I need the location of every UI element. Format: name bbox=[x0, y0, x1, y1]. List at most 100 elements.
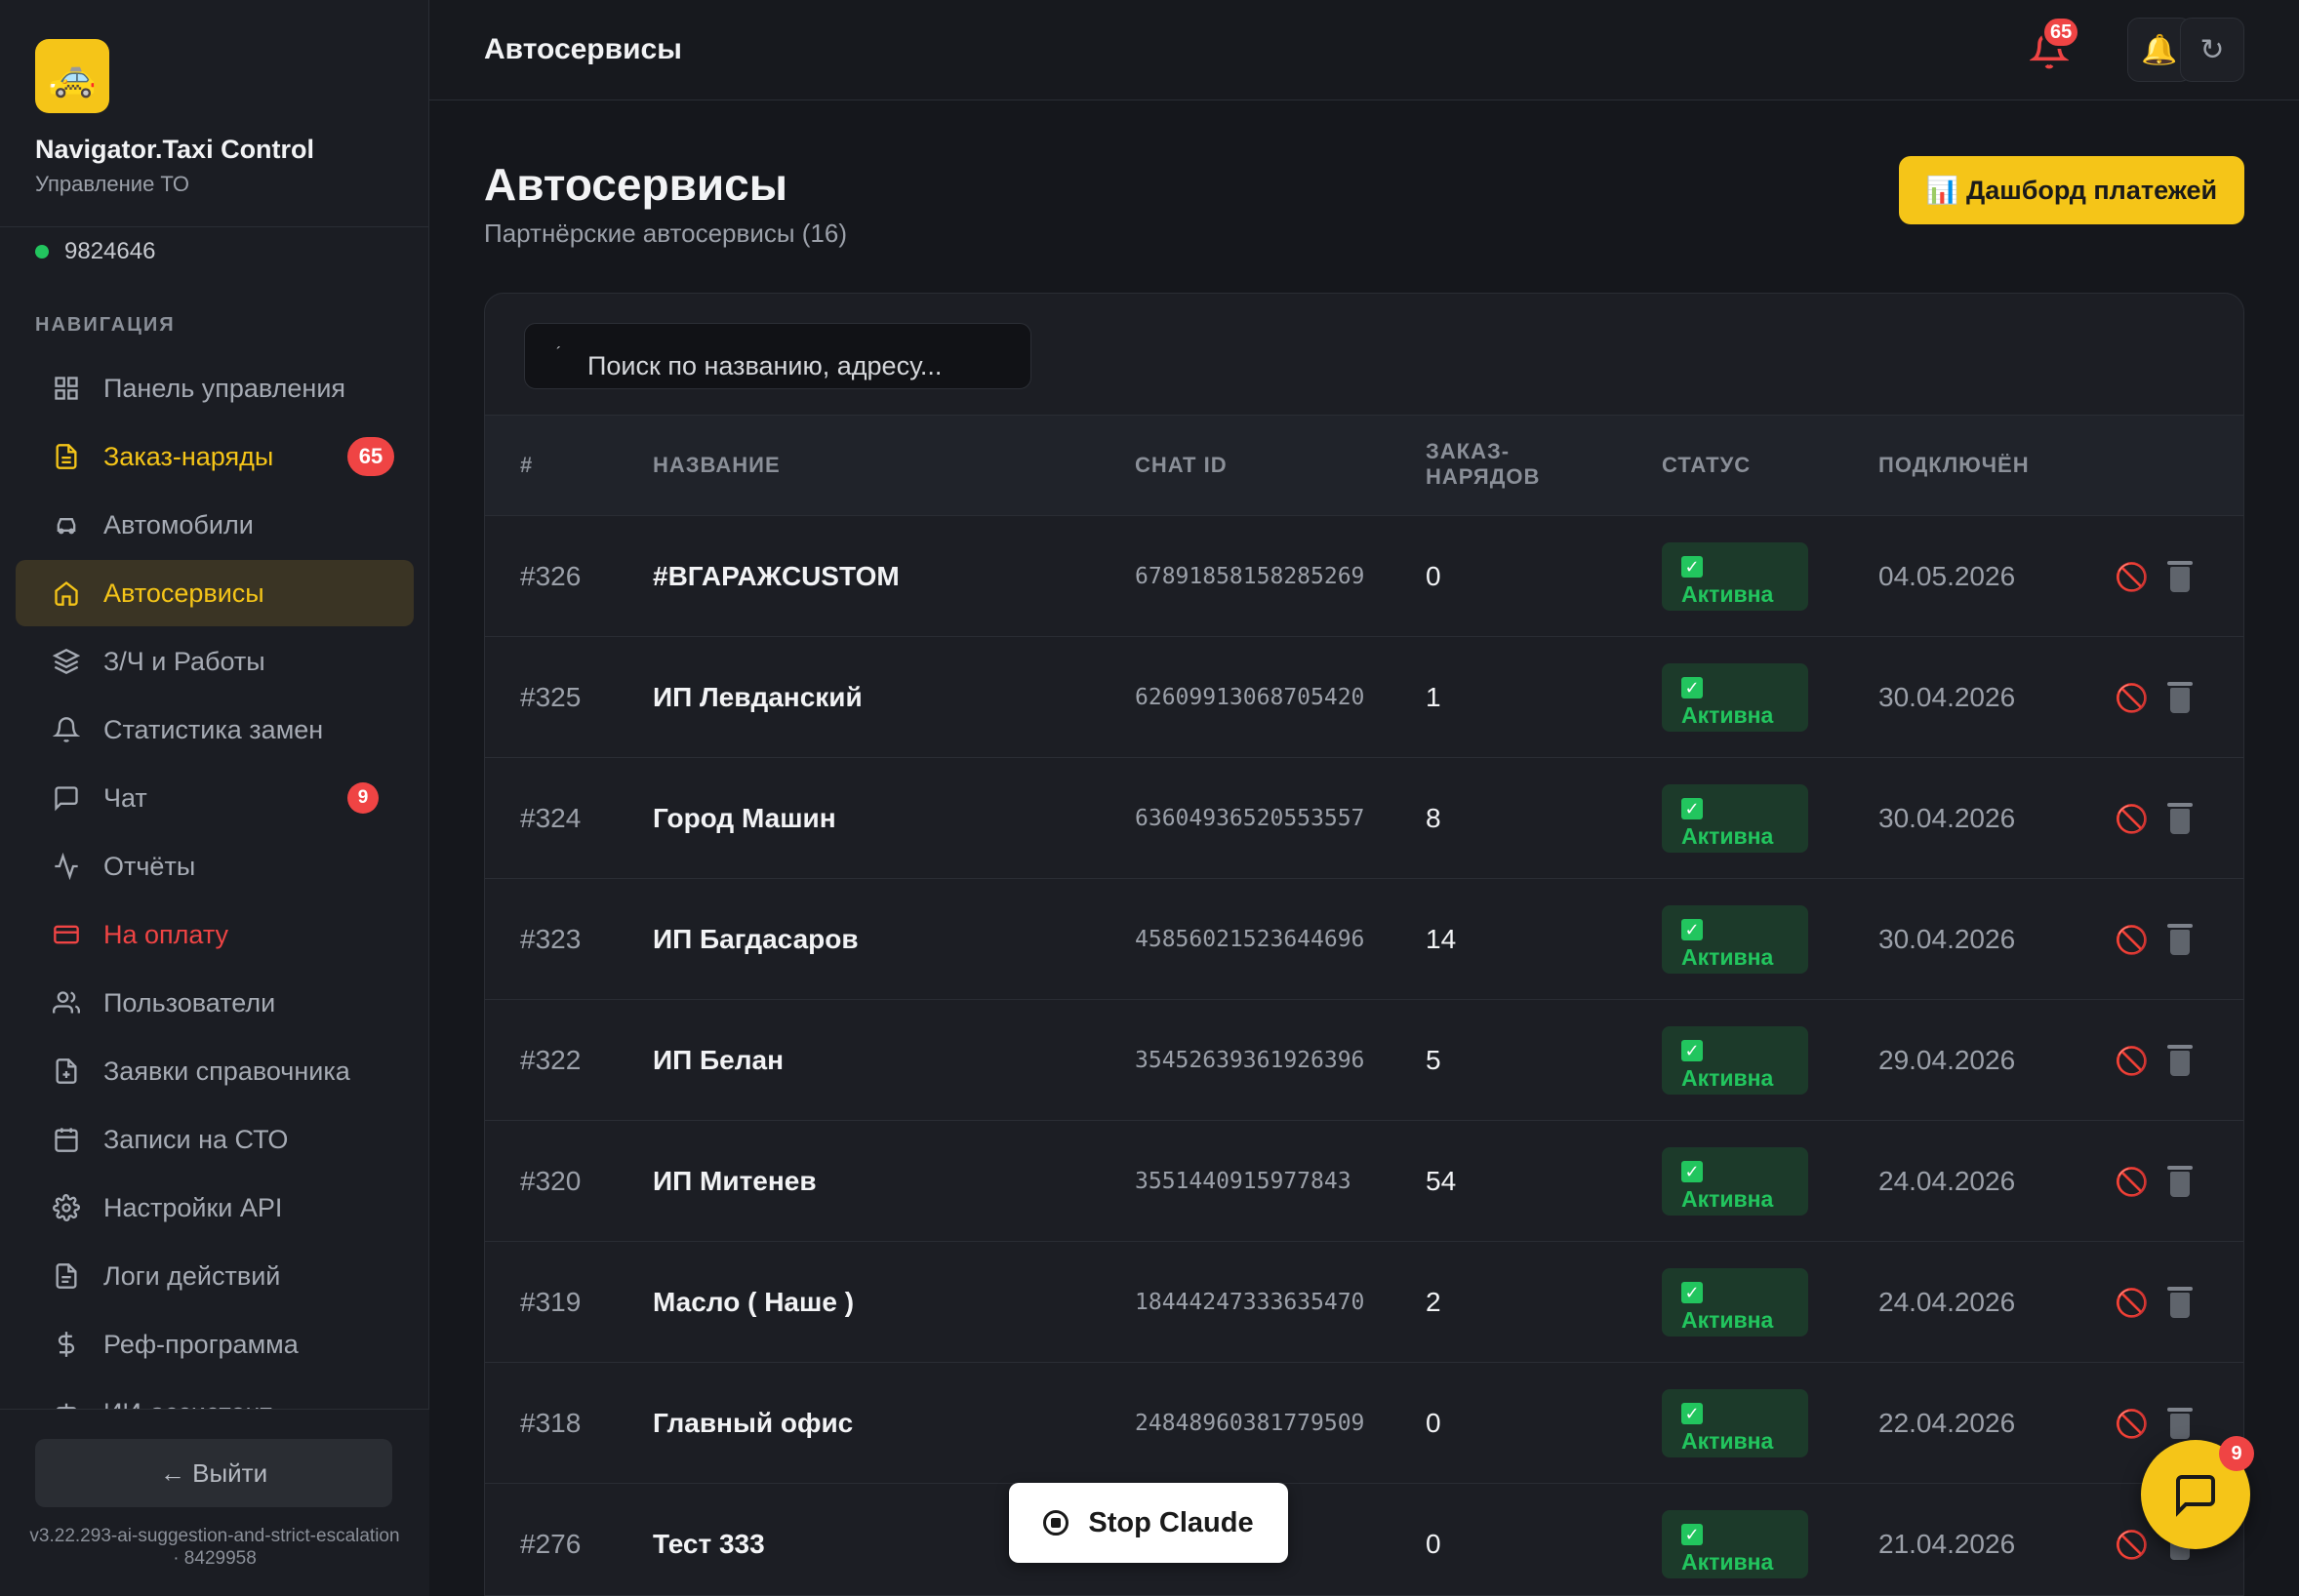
table-row[interactable]: #320 ИП Митенев 3551440915977843 54 ✓ Активна… bbox=[485, 1121, 2243, 1242]
sidebar-item-replacement-stats[interactable]: Статистика замен bbox=[16, 697, 414, 763]
sidebar-item-referral[interactable]: Реф-программа bbox=[16, 1311, 414, 1377]
service-name[interactable]: ИП Митенев bbox=[653, 1121, 817, 1242]
home-icon bbox=[51, 578, 82, 609]
connected-date: 24.04.2026 bbox=[1878, 1166, 2016, 1196]
status-badge: ✓ Активна bbox=[1662, 905, 1808, 974]
status-badge: ✓ Активна bbox=[1662, 1268, 1808, 1337]
sidebar-nav: Панель управления Заказ-наряды 65 Автомо… bbox=[16, 355, 414, 1448]
block-button[interactable]: 🚫 bbox=[2115, 758, 2149, 879]
table-row[interactable]: #324 Город Машин 63604936520553557 8 ✓ Активн… bbox=[485, 758, 2243, 879]
brand-logo[interactable]: 🚕 bbox=[35, 39, 109, 113]
car-icon bbox=[51, 509, 82, 540]
taxi-logo-icon: 🚕 bbox=[35, 39, 109, 113]
sidebar-item-parts[interactable]: З/Ч и Работы bbox=[16, 628, 414, 695]
delete-button[interactable] bbox=[2167, 1000, 2193, 1121]
credit-card-icon bbox=[51, 919, 82, 950]
sidebar-item-appointments[interactable]: Записи на СТО bbox=[16, 1106, 414, 1173]
table-row[interactable]: #325 ИП Левданский 62609913068705420 1 ✓ Акти… bbox=[485, 637, 2243, 758]
block-icon: 🚫 bbox=[2115, 803, 2149, 834]
sidebar-item-cars[interactable]: Автомобили bbox=[16, 492, 414, 558]
block-button[interactable]: 🚫 bbox=[2115, 1121, 2149, 1242]
sidebar-item-chat[interactable]: Чат 9 bbox=[16, 765, 414, 831]
service-name[interactable]: ИП Багдасаров bbox=[653, 879, 859, 1000]
service-name[interactable]: ИП Левданский bbox=[653, 637, 863, 758]
chat-id: 67891858158285269 bbox=[1135, 564, 1365, 589]
service-name[interactable]: Главный офис bbox=[653, 1363, 853, 1484]
table-row[interactable]: #319 Масло ( Наше ) 18444247333635470 2 ✓ Акт… bbox=[485, 1242, 2243, 1363]
status-cell: ✓ Активна bbox=[1662, 879, 1808, 1000]
connected-date: 24.04.2026 bbox=[1878, 1287, 2016, 1317]
delete-button[interactable] bbox=[2167, 1242, 2193, 1363]
status-cell: ✓ Активна bbox=[1662, 637, 1808, 758]
service-name[interactable]: Город Машин bbox=[653, 758, 836, 879]
col-num: # bbox=[520, 453, 534, 477]
delete-button[interactable] bbox=[2167, 879, 2193, 1000]
topbar-title: Автосервисы bbox=[484, 33, 682, 65]
sidebar-item-work-orders[interactable]: Заказ-наряды 65 bbox=[16, 423, 414, 490]
sidebar-item-dashboard[interactable]: Панель управления bbox=[16, 355, 414, 421]
connected-date: 04.05.2026 bbox=[1878, 561, 2016, 591]
col-orders-line2: НАРЯДОВ bbox=[1426, 464, 1541, 489]
chat-id: 18444247333635470 bbox=[1135, 1290, 1365, 1315]
status-badge: ✓ Активна bbox=[1662, 784, 1808, 853]
sidebar-item-action-logs[interactable]: Логи действий bbox=[16, 1243, 414, 1309]
sidebar-item-api-settings[interactable]: Настройки API bbox=[16, 1175, 414, 1241]
col-name: НАЗВАНИЕ bbox=[653, 453, 781, 477]
row-number: #319 bbox=[520, 1287, 582, 1317]
search-input[interactable] bbox=[525, 324, 1030, 388]
table-row[interactable]: #323 ИП Багдасаров 45856021523644696 14 ✓ Акт… bbox=[485, 879, 2243, 1000]
sidebar-item-services[interactable]: Автосервисы bbox=[16, 560, 414, 626]
block-button[interactable]: 🚫 bbox=[2115, 1363, 2149, 1484]
chat-id: 63604936520553557 bbox=[1135, 806, 1365, 831]
trash-icon bbox=[2167, 1408, 2193, 1439]
col-chat-id: CHAT ID bbox=[1135, 453, 1228, 477]
trash-icon bbox=[2167, 682, 2193, 713]
block-button[interactable]: 🚫 bbox=[2115, 1242, 2149, 1363]
status-badge: ✓ Активна bbox=[1662, 1147, 1808, 1216]
stop-claude-button[interactable]: Stop Claude bbox=[1009, 1483, 1288, 1563]
payments-dashboard-button[interactable]: 📊 Дашборд платежей bbox=[1899, 156, 2244, 224]
sidebar-item-label: Отчёты bbox=[103, 851, 196, 881]
block-button[interactable]: 🚫 bbox=[2115, 1000, 2149, 1121]
table-row[interactable]: #318 Главный офис 24848960381779509 0 ✓ Актив… bbox=[485, 1363, 2243, 1484]
row-number: #324 bbox=[520, 803, 582, 833]
chat-badge: 9 bbox=[347, 782, 379, 814]
sidebar-divider bbox=[0, 226, 429, 227]
sidebar-item-label: Записи на СТО bbox=[103, 1124, 289, 1154]
service-name[interactable]: #ВГАРАЖCUSTOM bbox=[653, 516, 900, 637]
block-button[interactable]: 🚫 bbox=[2115, 879, 2149, 1000]
delete-button[interactable] bbox=[2167, 1121, 2193, 1242]
status-cell: ✓ Активна bbox=[1662, 1242, 1808, 1363]
block-icon: 🚫 bbox=[2115, 561, 2149, 592]
sidebar-item-users[interactable]: Пользователи bbox=[16, 970, 414, 1036]
table-row[interactable]: #326 #ВГАРАЖCUSTOM 67891858158285269 0 ✓ Акти… bbox=[485, 516, 2243, 637]
block-button[interactable]: 🚫 bbox=[2115, 637, 2149, 758]
service-name[interactable]: ИП Белан bbox=[653, 1000, 784, 1121]
col-orders-line1: ЗАКАЗ- bbox=[1426, 439, 1511, 463]
service-name[interactable]: Масло ( Наше ) bbox=[653, 1242, 854, 1363]
sidebar-item-label: Заявки справочника bbox=[103, 1056, 350, 1086]
block-button[interactable]: 🚫 bbox=[2115, 516, 2149, 637]
orders-count: 5 bbox=[1426, 1045, 1441, 1075]
delete-button[interactable] bbox=[2167, 637, 2193, 758]
table-row[interactable]: #322 ИП Белан 35452639361926396 5 ✓ Активна 29… bbox=[485, 1000, 2243, 1121]
delete-button[interactable] bbox=[2167, 516, 2193, 637]
row-number: #320 bbox=[520, 1166, 582, 1196]
sidebar-item-label: Автомобили bbox=[103, 509, 254, 539]
table-row[interactable]: #276Тест 333861370✓Активна21.04.2026🚫 bbox=[485, 1484, 2243, 1595]
stop-claude-label: Stop Claude bbox=[1088, 1506, 1254, 1538]
dollar-icon bbox=[51, 1329, 82, 1360]
trash-icon bbox=[2167, 924, 2193, 955]
status-text: Активна bbox=[1681, 944, 1774, 970]
check-icon: ✓ bbox=[1681, 556, 1703, 578]
refresh-button[interactable]: ↻ bbox=[2180, 18, 2244, 82]
bell-emoji-icon: 🔔 bbox=[2141, 33, 2178, 66]
sidebar-item-payment[interactable]: На оплату bbox=[16, 901, 414, 968]
delete-button[interactable] bbox=[2167, 758, 2193, 879]
sidebar-item-directory-requests[interactable]: Заявки справочника bbox=[16, 1038, 414, 1104]
row-number: #325 bbox=[520, 682, 582, 712]
service-name[interactable]: Тест 333 bbox=[653, 1484, 765, 1595]
user-id: 9824646 bbox=[64, 238, 156, 264]
sidebar-item-reports[interactable]: Отчёты bbox=[16, 833, 414, 899]
logout-button[interactable]: ← Выйти bbox=[35, 1439, 392, 1507]
